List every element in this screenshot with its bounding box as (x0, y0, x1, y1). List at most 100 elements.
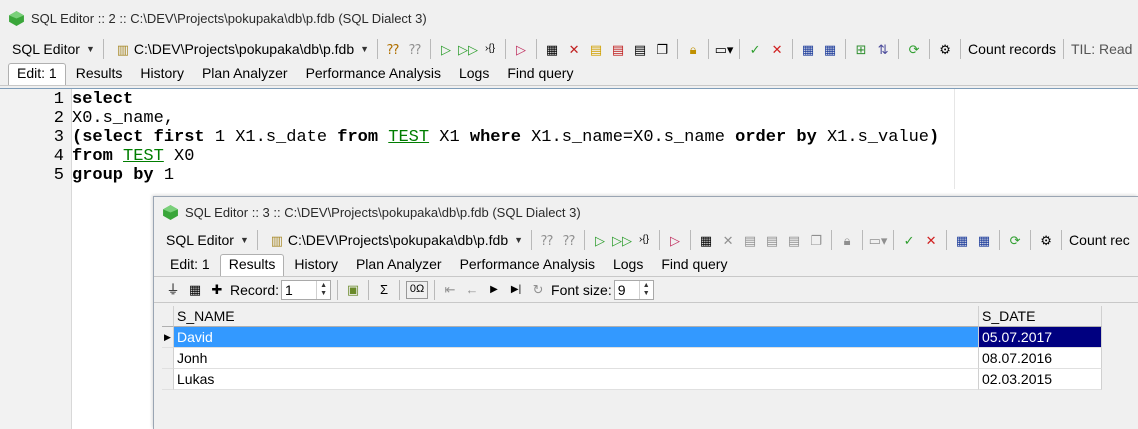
column-header-s-name[interactable]: S_NAME (174, 306, 979, 327)
last-record-icon[interactable]: ▶| (507, 281, 525, 299)
run-icon[interactable]: ▷ (437, 40, 455, 58)
tab-find-query[interactable]: Find query (499, 63, 581, 85)
tab-history[interactable]: History (286, 254, 346, 276)
clipboard-icon[interactable]: ❐ (807, 231, 825, 249)
tab-performance-analysis-label: Performance Analysis (459, 255, 595, 272)
rollback-icon[interactable]: ✕ (768, 40, 786, 58)
results-grid[interactable]: S_NAME S_DATE ▶ David 05.07.2017 Jonh 08… (162, 306, 1102, 390)
copy-doc-icon[interactable]: ▤ (785, 231, 803, 249)
settings-icon[interactable]: ⚙ (1037, 231, 1055, 249)
font-size-spinner[interactable]: 9 ▲ ▼ (613, 279, 654, 300)
new-doc-icon[interactable]: ▤ (587, 40, 605, 58)
clipboard-icon[interactable]: ❐ (653, 40, 671, 58)
aggregates-icon[interactable]: Σ (375, 281, 393, 299)
tab-logs[interactable]: Logs (605, 254, 651, 276)
cell-s-date[interactable]: 05.07.2017 (979, 327, 1102, 348)
tab-edit[interactable]: Edit: 1 (162, 254, 218, 276)
code-area[interactable]: 1 select 2 X0.s_name, 3 (select first 1 … (0, 90, 939, 185)
tab-find-query[interactable]: Find query (653, 254, 735, 276)
editor-type-dropdown[interactable]: SQL Editor ▼ (162, 229, 253, 251)
refresh-icon[interactable]: ⟳ (1006, 231, 1024, 249)
grid-delete-icon[interactable]: ▦ (821, 40, 839, 58)
editor-toolbar: SQL Editor ▼ ▥ C:\DEV\Projects\pokupaka\… (154, 227, 1138, 253)
tab-edit-label: Edit: 1 (17, 65, 57, 81)
lock-icon[interactable]: 🔒︎ (838, 231, 856, 249)
count-records-button[interactable]: Count rec (1066, 229, 1133, 251)
toolbar-separator (102, 39, 104, 59)
prev-record-icon[interactable]: ← (463, 281, 481, 299)
tab-history[interactable]: History (132, 63, 192, 85)
run-icon[interactable]: ▷ (591, 231, 609, 249)
spinner-arrows-icon[interactable]: ▲ ▼ (316, 280, 330, 299)
grid-edit-icon[interactable]: ▦ (953, 231, 971, 249)
tab-logs[interactable]: Logs (451, 63, 497, 85)
record-spinner[interactable]: 1 ▲ ▼ (281, 279, 332, 300)
row-indicator (162, 348, 174, 369)
display-mode-icon[interactable]: 0Ω (406, 280, 429, 299)
transfer-icon[interactable]: ⇅ (874, 40, 892, 58)
plan-icon[interactable]: ▦ (543, 40, 561, 58)
form-view-icon[interactable]: ▣ (344, 281, 362, 299)
cell-s-name[interactable]: David (174, 327, 979, 348)
export-icon[interactable]: ▦ (186, 281, 204, 299)
database-dropdown[interactable]: ▥ C:\DEV\Projects\pokupaka\db\p.fdb ▼ (262, 229, 527, 251)
grid-delete-icon[interactable]: ▦ (975, 231, 993, 249)
delete-icon[interactable]: ✕ (719, 231, 737, 249)
tab-performance-analysis[interactable]: Performance Analysis (452, 254, 603, 276)
new-doc-icon[interactable]: ▤ (741, 231, 759, 249)
add-filter-icon[interactable]: ✚ (208, 281, 226, 299)
next-record-icon[interactable]: ▶ (485, 281, 503, 299)
query-params-disabled-icon[interactable]: ⁇ (560, 231, 578, 249)
toolbar-separator (862, 230, 864, 250)
cell-s-name[interactable]: Jonh (174, 348, 979, 369)
spinner-arrows-icon[interactable]: ▲ ▼ (638, 280, 653, 299)
transaction-isolation-dropdown[interactable]: TIL: Read (1068, 38, 1135, 60)
tab-results[interactable]: Results (68, 63, 131, 85)
run-all-icon[interactable]: ▷▷ (612, 231, 632, 249)
editor-type-dropdown[interactable]: SQL Editor ▼ (8, 38, 99, 60)
column-header-s-date[interactable]: S_DATE (979, 306, 1102, 327)
commit-icon[interactable]: ✓ (746, 40, 764, 58)
code-text: (select first 1 X1.s_date from TEST X1 w… (72, 128, 940, 147)
query-params-icon[interactable]: ⁇ (538, 231, 556, 249)
cell-s-date[interactable]: 08.07.2016 (979, 348, 1102, 369)
toolbar-separator (368, 279, 370, 300)
table-row[interactable]: ▶ David 05.07.2017 (162, 327, 1102, 348)
stop-icon[interactable]: ▷ (666, 231, 684, 249)
query-params-disabled-icon[interactable]: ⁇ (406, 40, 424, 58)
copy-doc-icon[interactable]: ▤ (631, 40, 649, 58)
cell-s-date[interactable]: 02.03.2015 (979, 369, 1102, 390)
refresh-icon[interactable]: ⟳ (905, 40, 923, 58)
remove-doc-icon[interactable]: ▤ (609, 40, 627, 58)
lock-icon[interactable]: 🔒︎ (684, 40, 702, 58)
cell-s-name[interactable]: Lukas (174, 369, 979, 390)
tree-icon[interactable]: ⊞ (852, 40, 870, 58)
options-dropdown-icon[interactable]: ▭▾ (715, 40, 734, 58)
grid-edit-icon[interactable]: ▦ (799, 40, 817, 58)
count-records-button[interactable]: Count records (965, 38, 1059, 60)
refresh-data-icon[interactable]: ↻ (529, 281, 547, 299)
delete-icon[interactable]: ✕ (565, 40, 583, 58)
tab-performance-analysis[interactable]: Performance Analysis (298, 63, 449, 85)
plan-icon[interactable]: ▦ (697, 231, 715, 249)
tab-plan-analyzer[interactable]: Plan Analyzer (194, 63, 296, 85)
settings-icon[interactable]: ⚙ (936, 40, 954, 58)
commit-icon[interactable]: ✓ (900, 231, 918, 249)
remove-doc-icon[interactable]: ▤ (763, 231, 781, 249)
tab-plan-analyzer[interactable]: Plan Analyzer (348, 254, 450, 276)
first-record-icon[interactable]: ⇤ (441, 281, 459, 299)
run-block-icon[interactable]: ›{} (481, 40, 499, 58)
tab-results[interactable]: Results (219, 254, 285, 276)
database-dropdown[interactable]: ▥ C:\DEV\Projects\pokupaka\db\p.fdb ▼ (108, 38, 373, 60)
table-row[interactable]: Jonh 08.07.2016 (162, 348, 1102, 369)
table-row[interactable]: Lukas 02.03.2015 (162, 369, 1102, 390)
stop-icon[interactable]: ▷ (512, 40, 530, 58)
toolbar-separator (929, 39, 931, 59)
run-block-icon[interactable]: ›{} (635, 231, 653, 249)
options-dropdown-icon[interactable]: ▭▾ (869, 231, 888, 249)
rollback-icon[interactable]: ✕ (922, 231, 940, 249)
query-params-icon[interactable]: ⁇ (384, 40, 402, 58)
filter-icon[interactable]: ⏚ (164, 281, 182, 299)
run-all-icon[interactable]: ▷▷ (458, 40, 478, 58)
tab-edit[interactable]: Edit: 1 (8, 63, 66, 85)
